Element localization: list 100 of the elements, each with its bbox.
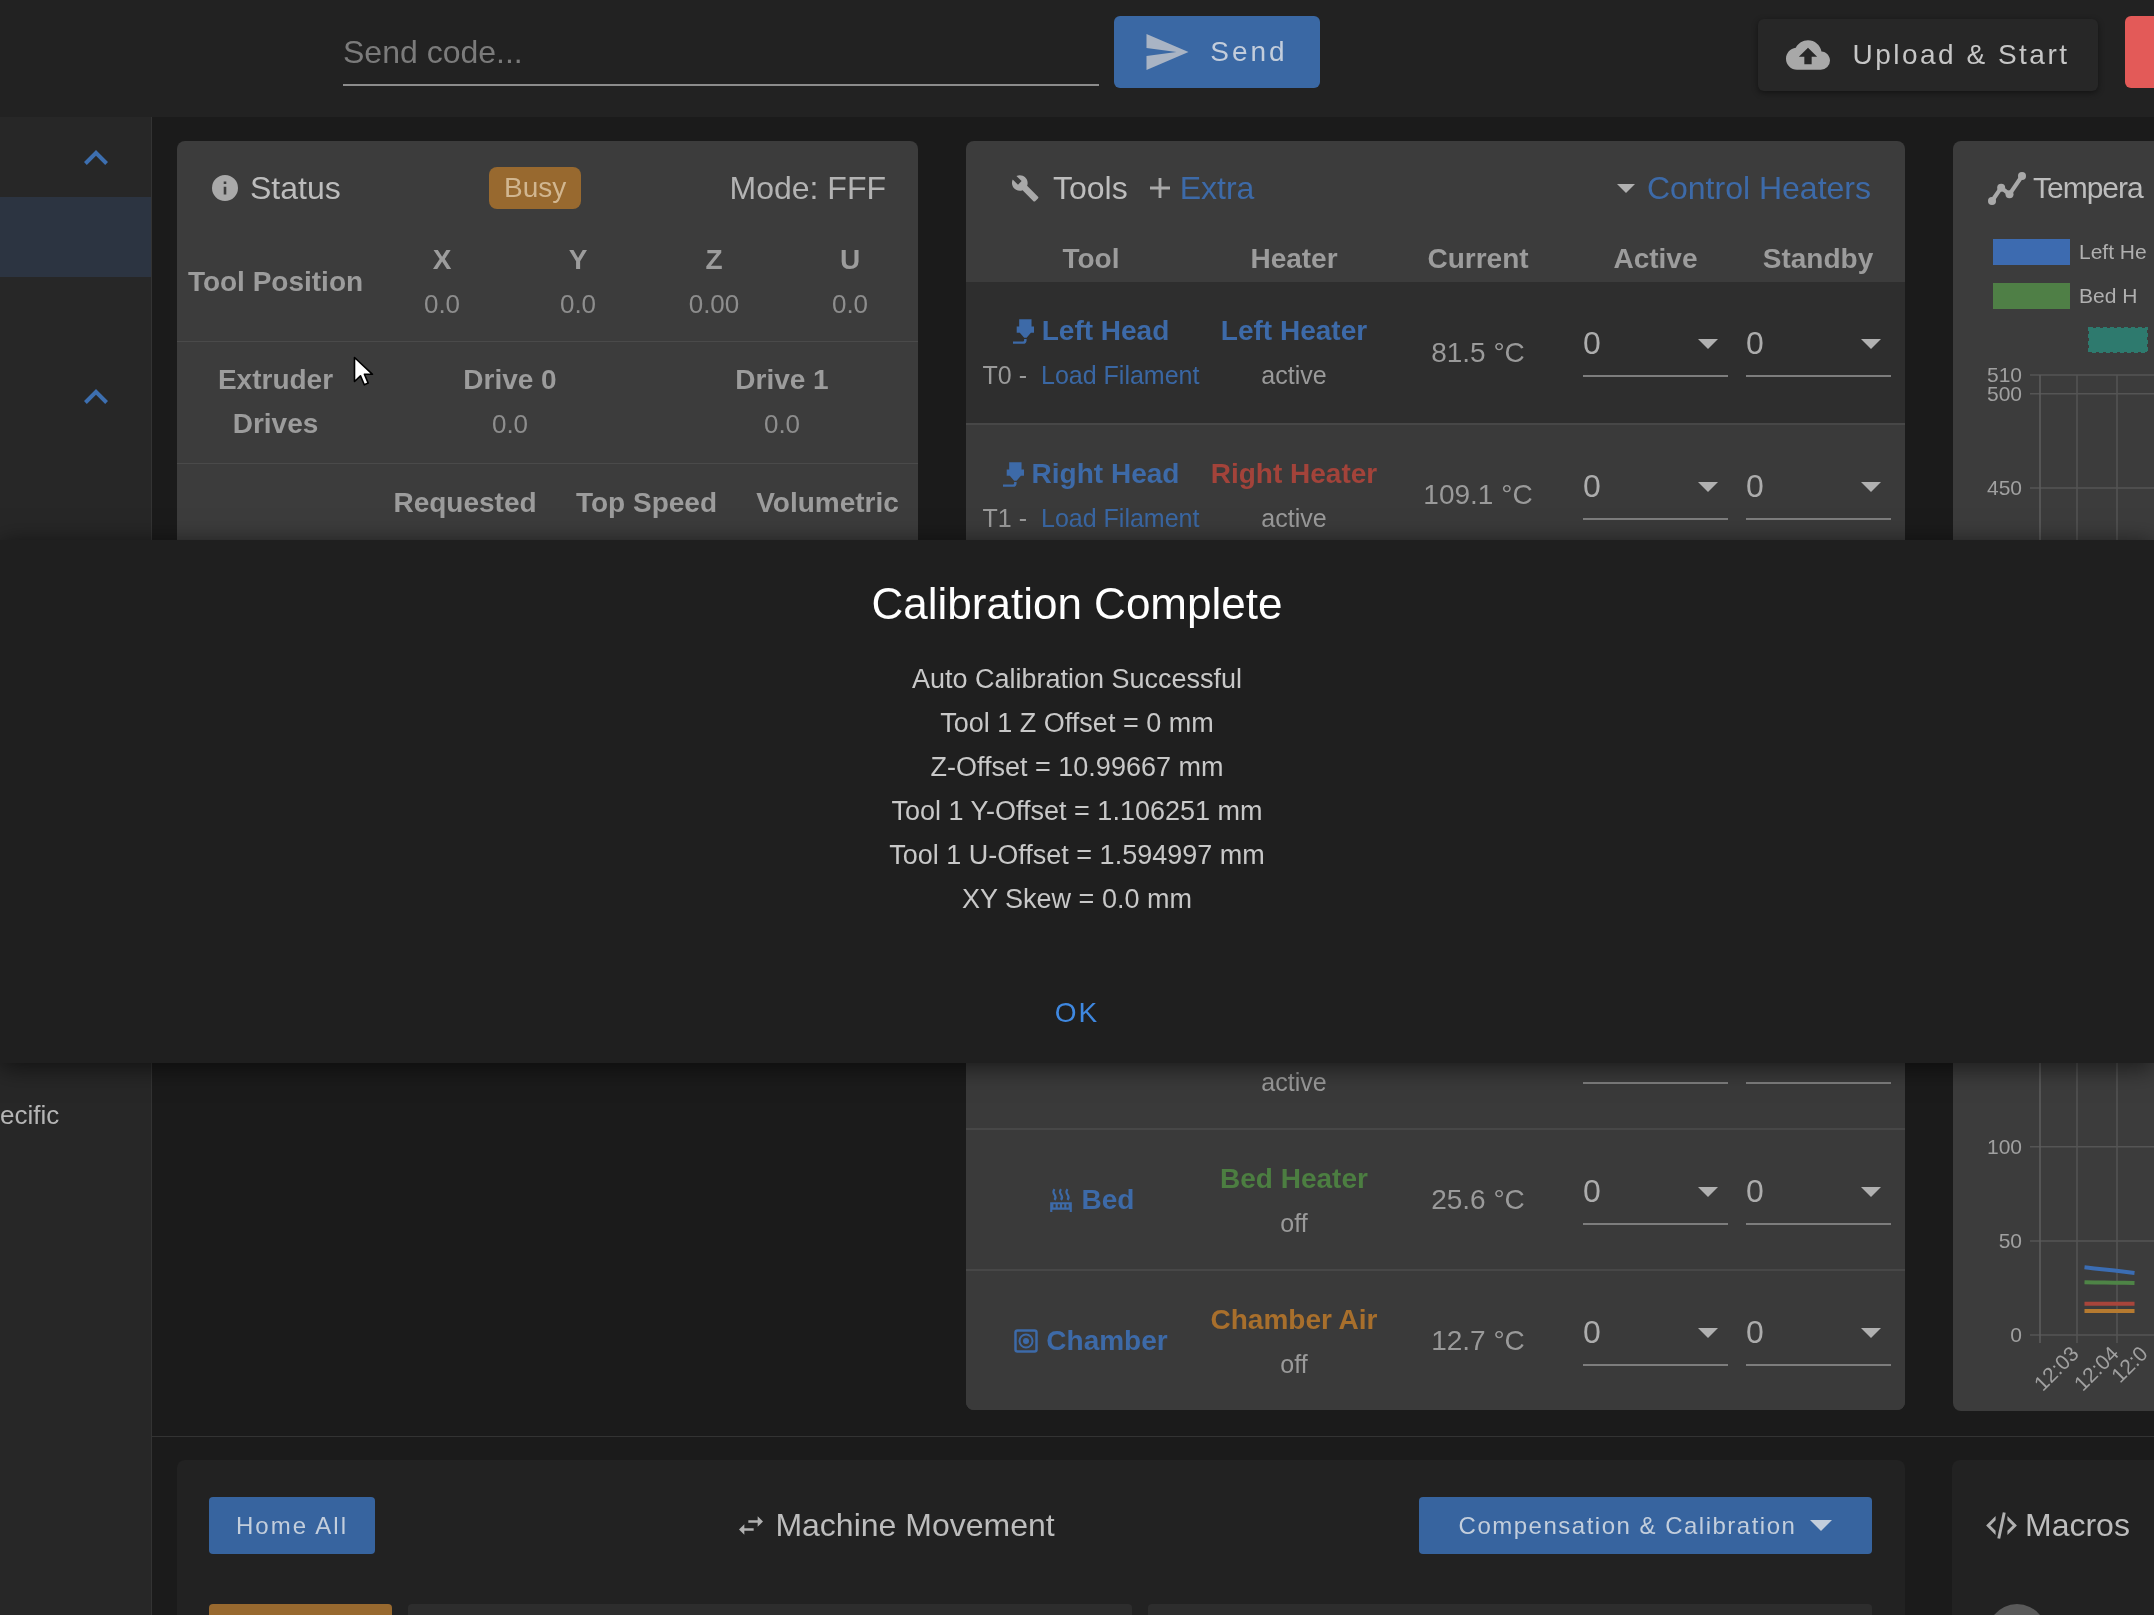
load-filament-link[interactable]: Load Filament — [1041, 503, 1200, 533]
heater-state: active — [1261, 503, 1327, 533]
tool-row[interactable]: Left Head T0 - Load Filament Left Heater active 81.5 °C 0 0 — [966, 282, 1905, 423]
dialog-title: Calibration Complete — [871, 578, 1283, 630]
wrench-icon — [1012, 174, 1039, 202]
column-header: Tool — [1061, 242, 1121, 275]
caret-icon — [1698, 1327, 1718, 1338]
compensation-button[interactable]: Compensation & Calibration — [1419, 1497, 1872, 1554]
axis-name: X — [432, 243, 452, 277]
legend-label: Bed H — [2079, 284, 2138, 308]
row-label: Tool Position — [187, 265, 364, 299]
dialog-text: Tool 1 U-Offset = 1.594997 mm — [889, 839, 1265, 872]
action-button[interactable] — [2125, 16, 2154, 88]
select-field[interactable]: 0 — [1583, 1168, 1728, 1225]
column-header: Standby — [1761, 242, 1875, 275]
row-label: Extruder Drives — [216, 363, 335, 441]
select-field[interactable]: 0 — [1583, 463, 1728, 520]
tool-name-link[interactable]: Chamber — [1046, 1324, 1168, 1357]
drive-value: 0.0 — [491, 408, 529, 441]
nozzle-icon — [1002, 461, 1024, 487]
card-title: Machine Movement — [775, 1507, 1055, 1544]
chevron-up-icon[interactable] — [84, 388, 108, 404]
status-badge: Busy — [489, 167, 582, 209]
select-field[interactable]: 0 — [1746, 1309, 1891, 1366]
dialog-text: Tool 1 Y-Offset = 1.106251 mm — [891, 795, 1263, 828]
sidebar-item[interactable] — [0, 197, 151, 277]
axis-value: 0.00 — [688, 288, 740, 321]
drive-name: Drive 0 — [463, 363, 557, 397]
card-title: Status — [250, 169, 341, 207]
column-header: Heater — [1249, 242, 1339, 275]
caret-icon — [1698, 1186, 1718, 1197]
tool-name-link[interactable]: Bed — [1081, 1183, 1135, 1216]
ok-button[interactable]: OK — [1038, 985, 1116, 1041]
movement-button[interactable] — [209, 1604, 392, 1615]
line-chart-icon — [1987, 170, 2027, 206]
heater-link[interactable]: Left Heater — [1220, 315, 1368, 347]
caret-icon — [1861, 481, 1881, 492]
dialog-text: Tool 1 Z Offset = 0 mm — [940, 707, 1214, 740]
heater-state: off — [1280, 1349, 1308, 1379]
tool-name-link[interactable]: Right Head — [1031, 458, 1180, 490]
upload-button[interactable]: Upload & Start — [1758, 19, 2098, 91]
caret-icon — [1616, 183, 1635, 193]
select-field[interactable]: 0 — [1746, 463, 1891, 520]
select-field[interactable]: 0 — [1746, 1168, 1891, 1225]
heater-state: active — [1261, 1067, 1327, 1097]
drive-value: 0.0 — [763, 408, 801, 441]
info-icon — [212, 175, 238, 201]
select-field[interactable]: 0 — [1746, 320, 1891, 377]
load-filament-link[interactable]: Load Filament — [1041, 360, 1200, 390]
heater-state: active — [1261, 360, 1327, 390]
caret-icon — [1861, 1186, 1881, 1197]
select-field[interactable]: 0 — [1583, 1309, 1728, 1366]
current-temperature: 25.6 °C — [1431, 1183, 1525, 1216]
caret-icon — [1861, 1327, 1881, 1338]
tool-name-link[interactable]: Left Head — [1041, 315, 1170, 347]
axis-name: Z — [705, 243, 723, 277]
column-header: Volumetric — [756, 486, 899, 520]
send-button[interactable]: Send — [1114, 16, 1320, 88]
current-temperature: 109.1 °C — [1423, 478, 1533, 511]
select-field[interactable]: 0 — [1583, 320, 1728, 377]
tool-number: T1 - — [982, 503, 1027, 533]
axis-label: 50 — [1998, 1228, 2022, 1252]
heater-state: off — [1280, 1208, 1308, 1238]
column-header: Requested — [393, 486, 537, 520]
card-title: Tools — [1053, 169, 1128, 207]
code-input[interactable]: Send code... — [343, 34, 1099, 86]
drive-name: Drive 1 — [735, 363, 829, 397]
extra-button[interactable]: Extra — [1149, 169, 1255, 207]
swap-icon — [739, 1516, 764, 1535]
chamber-icon — [1014, 1328, 1039, 1353]
mouse-pointer-icon — [353, 356, 374, 387]
heater-link[interactable]: Chamber Air — [1210, 1304, 1378, 1336]
tool-number: T0 - — [982, 360, 1027, 390]
axis-name: U — [839, 243, 861, 277]
legend-label: Left He — [2079, 240, 2147, 264]
chevron-up-icon[interactable] — [84, 149, 108, 165]
current-temperature: 81.5 °C — [1431, 336, 1525, 369]
caret-icon — [1698, 481, 1718, 492]
heater-link[interactable]: Bed Heater — [1220, 1163, 1368, 1195]
axis-value: 0.0 — [559, 288, 597, 321]
axis-label: 0 — [2010, 1323, 2022, 1346]
control-heaters-button[interactable]: Control Heaters — [1616, 169, 1871, 207]
axis-name: Y — [568, 243, 588, 277]
cloud-upload-icon — [1786, 40, 1831, 70]
home-all-button[interactable]: Home All — [209, 1497, 375, 1554]
code-icon — [1986, 1512, 2017, 1539]
radiator-icon — [1047, 1187, 1074, 1212]
mode-text: Mode: FFF — [729, 169, 886, 207]
dialog-text: Auto Calibration Successful — [911, 663, 1243, 696]
caret-icon — [1698, 338, 1718, 349]
sidebar-item[interactable]: ecific — [0, 1075, 151, 1155]
current-temperature: 12.7 °C — [1431, 1324, 1525, 1357]
column-header: Current — [1426, 242, 1530, 275]
column-header: Active — [1612, 242, 1699, 275]
card-title: Tempera — [2033, 171, 2143, 205]
plus-icon — [1149, 178, 1170, 198]
caret-icon — [1810, 1520, 1833, 1531]
dialog-text: Z-Offset = 10.99667 mm — [930, 751, 1224, 784]
send-icon — [1146, 34, 1190, 70]
card-title: Macros — [2025, 1507, 2130, 1544]
